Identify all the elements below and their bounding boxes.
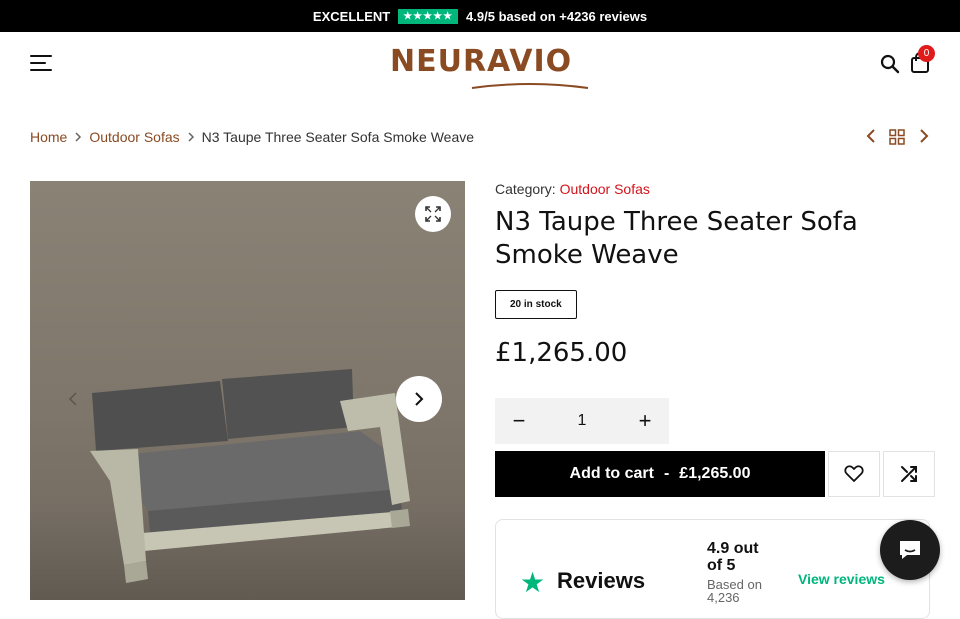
reviews-score: 4.9 out of 5 xyxy=(707,540,759,574)
trustpilot-stars-icon: ★★★★★ xyxy=(398,8,459,24)
reviews-based-on: Based on 4,236 xyxy=(707,577,762,605)
chevron-right-icon xyxy=(415,392,424,406)
star-icon: ★ xyxy=(520,567,546,598)
trust-bar: EXCELLENT ★★★★★ 4.9/5 based on +4236 rev… xyxy=(0,0,960,32)
rating-text: 4.9/5 based on +4236 reviews xyxy=(466,8,648,24)
quantity-stepper: − 1 + xyxy=(495,398,669,444)
site-header: NEURAVIO 0 xyxy=(0,32,960,94)
chevron-right-icon xyxy=(188,132,194,142)
view-reviews-link[interactable]: View reviews xyxy=(798,571,885,587)
add-to-cart-button[interactable]: Add to cart - £1,265.00 xyxy=(495,451,825,497)
compare-button[interactable] xyxy=(883,451,935,497)
add-to-cart-separator: - xyxy=(663,465,670,482)
gallery-next-button[interactable] xyxy=(396,376,442,422)
add-to-cart-price: £1,265.00 xyxy=(679,465,751,482)
grid-icon[interactable] xyxy=(889,129,905,145)
gallery-prev-button[interactable] xyxy=(68,391,78,412)
product-title: N3 Taupe Three Seater Sofa Smoke Weave xyxy=(495,207,858,270)
chevron-right-icon[interactable] xyxy=(917,128,931,144)
plus-icon[interactable]: + xyxy=(635,408,655,434)
breadcrumb: Home Outdoor Sofas N3 Taupe Three Seater… xyxy=(30,129,474,145)
reviews-label: Reviews xyxy=(557,568,646,593)
chevron-left-icon xyxy=(68,392,77,406)
chat-button[interactable] xyxy=(880,520,940,580)
minus-icon[interactable]: − xyxy=(509,408,529,434)
rating-word: EXCELLENT xyxy=(312,8,391,24)
zoom-button[interactable] xyxy=(415,196,451,232)
chevron-right-icon xyxy=(75,132,82,142)
logo-swoosh xyxy=(471,83,589,89)
product-image[interactable] xyxy=(30,181,465,600)
wishlist-button[interactable] xyxy=(828,451,880,497)
stock-badge: 20 in stock xyxy=(495,290,577,319)
search-icon[interactable] xyxy=(880,54,900,74)
breadcrumb-category[interactable]: Outdoor Sofas xyxy=(89,129,179,145)
quantity-input[interactable]: 1 xyxy=(578,412,587,430)
breadcrumb-home[interactable]: Home xyxy=(30,129,67,145)
add-to-cart-label: Add to cart xyxy=(569,465,654,482)
product-info: Category: Outdoor Sofas N3 Taupe Three S… xyxy=(495,181,935,497)
hamburger-icon[interactable] xyxy=(30,55,52,71)
chevron-left-icon[interactable] xyxy=(864,128,878,144)
site-logo[interactable]: NEURAVIO xyxy=(390,44,572,79)
compare-icon xyxy=(901,466,917,482)
cart-count-badge: 0 xyxy=(918,45,935,62)
product-category: Category: Outdoor Sofas xyxy=(495,181,930,197)
chat-icon xyxy=(900,541,920,559)
breadcrumb-current: N3 Taupe Three Seater Sofa Smoke Weave xyxy=(201,129,475,145)
product-price: £1,265.00 xyxy=(495,338,628,368)
category-link[interactable]: Outdoor Sofas xyxy=(560,181,650,197)
reviews-summary: ★ Reviews 4.9 out of 5 Based on 4,236 Vi… xyxy=(495,519,930,619)
heart-icon xyxy=(844,465,864,482)
category-label: Category: xyxy=(495,181,556,197)
expand-icon xyxy=(425,206,441,222)
